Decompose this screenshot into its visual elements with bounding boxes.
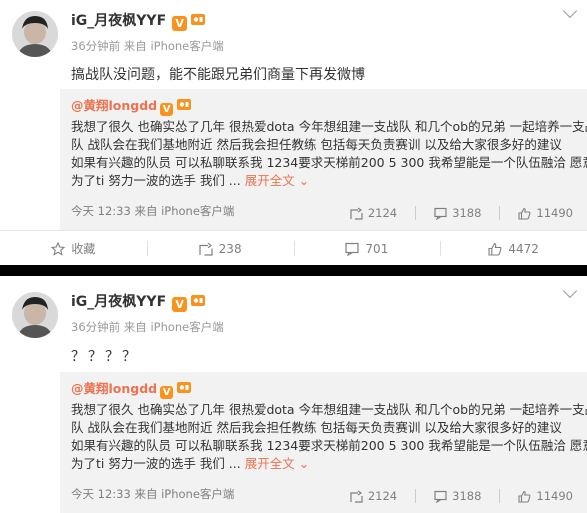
expand-full-text-link[interactable]: 展开全文 ⌄ <box>245 456 309 471</box>
author-name-text[interactable]: iG_月夜枫YYF <box>71 13 166 29</box>
repost-icon <box>350 490 363 503</box>
like-count[interactable]: 11490 <box>518 489 573 503</box>
repost-text-line: 我想了很久 也确实怂了几年 很热爱dota 今年想组建一支战队 和几个ob的兄弟… <box>71 402 587 417</box>
level-badge-icon <box>191 295 206 306</box>
repost-text-tail: 为了ti 努力一波的选手 我们 ... <box>71 173 241 188</box>
verified-badge-icon: V <box>160 103 174 116</box>
repost-button[interactable]: 238 <box>146 231 294 266</box>
repost-action-count[interactable]: 238 <box>219 242 242 256</box>
repost-count-value: 2124 <box>367 206 398 220</box>
comment-count[interactable]: 3188 <box>434 489 481 503</box>
repost-stats: 2124 3188 11490 <box>332 489 587 503</box>
comment-action-count[interactable]: 701 <box>365 242 388 256</box>
repost-author[interactable]: @黄翔longdd V <box>71 95 192 116</box>
repost-author-text[interactable]: @黄翔longdd <box>71 381 157 396</box>
weibo-post-1: iG_月夜枫YYF V 36分钟前 来自 iPhone客户端 搞战队没问题，能不能… <box>0 0 587 265</box>
comment-icon <box>434 207 447 220</box>
like-count-value: 11490 <box>536 489 573 503</box>
post-content: ？？？？ <box>71 349 139 365</box>
repost-text-tail: 为了ti 努力一波的选手 我们 ... <box>71 456 241 471</box>
avatar[interactable] <box>12 292 58 338</box>
like-button[interactable]: 4472 <box>440 231 587 266</box>
chevron-down-icon: ⌄ <box>294 173 310 188</box>
repost-count[interactable]: 2124 <box>350 206 397 220</box>
post-action-bar: 收藏 238 701 4472 <box>0 230 587 266</box>
thumbs-up-icon <box>488 242 502 256</box>
post-meta: 36分钟前 来自 iPhone客户端 <box>71 320 224 334</box>
repost-text-line: 我想了很久 也确实怂了几年 很热爱dota 今年想组建一支战队 和几个ob的兄弟… <box>71 119 587 134</box>
post-meta: 36分钟前 来自 iPhone客户端 <box>71 39 224 53</box>
chevron-down-icon[interactable] <box>562 283 578 299</box>
repost-time: 今天 12:33 来自 iPhone客户端 <box>71 487 235 501</box>
level-badge-icon <box>177 99 192 110</box>
comment-count-value: 3188 <box>452 489 482 503</box>
verified-badge-icon: V <box>160 386 174 399</box>
comment-button[interactable]: 701 <box>293 231 441 266</box>
thumbs-up-icon <box>518 207 531 220</box>
chevron-down-icon: ⌄ <box>294 456 310 471</box>
repost-time: 今天 12:33 来自 iPhone客户端 <box>71 204 235 218</box>
level-badge-icon <box>177 382 192 393</box>
repost-text-line: 如果有兴趣的队员 可以私聊联系我 1234要求天梯前200 5 300 我希望能… <box>71 155 587 170</box>
comment-count-value: 3188 <box>452 206 482 220</box>
repost-text-line: 如果有兴趣的队员 可以私聊联系我 1234要求天梯前200 5 300 我希望能… <box>71 438 587 453</box>
repost-author[interactable]: @黄翔longdd V <box>71 378 192 399</box>
expand-full-text-link[interactable]: 展开全文 ⌄ <box>245 173 309 188</box>
repost-text-line: 队 战队会在我们基地附近 然后我会担任教练 包括每天负责赛训 以及给大家很多好的… <box>71 137 562 152</box>
repost-card[interactable]: @黄翔longdd V 我想了很久 也确实怂了几年 很热爱dota 今年想组建一支… <box>60 89 587 230</box>
author-name[interactable]: iG_月夜枫YYF V <box>71 10 206 31</box>
verified-badge-icon: V <box>172 297 188 312</box>
divider <box>415 489 417 503</box>
expand-label[interactable]: 展开全文 <box>245 456 295 471</box>
comment-icon <box>434 490 447 503</box>
like-count-value: 11490 <box>536 206 573 220</box>
author-name[interactable]: iG_月夜枫YYF V <box>71 291 206 312</box>
repost-text: 我想了很久 也确实怂了几年 很热爱dota 今年想组建一支战队 和几个ob的兄弟… <box>71 118 587 190</box>
comment-icon <box>345 242 360 256</box>
repost-card[interactable]: @黄翔longdd V 我想了很久 也确实怂了几年 很热爱dota 今年想组建一支… <box>60 372 587 513</box>
like-action-count[interactable]: 4472 <box>508 242 539 256</box>
repost-count[interactable]: 2124 <box>350 489 397 503</box>
favorite-button[interactable]: 收藏 <box>0 231 147 266</box>
favorite-label[interactable]: 收藏 <box>71 240 95 257</box>
level-badge-icon <box>191 14 206 25</box>
repost-icon <box>350 207 363 220</box>
like-count[interactable]: 11490 <box>518 206 573 220</box>
repost-text-line-last: 为了ti 努力一波的选手 我们 ... 展开全文 ⌄ <box>71 455 581 473</box>
repost-icon <box>199 242 213 256</box>
verified-badge-icon: V <box>172 16 188 31</box>
divider <box>499 489 501 503</box>
avatar[interactable] <box>12 11 58 57</box>
star-icon <box>51 241 66 256</box>
chevron-down-icon[interactable] <box>562 3 578 19</box>
repost-author-text[interactable]: @黄翔longdd <box>71 98 157 113</box>
author-name-text[interactable]: iG_月夜枫YYF <box>71 294 166 310</box>
divider <box>499 206 501 220</box>
repost-stats: 2124 3188 11490 <box>332 206 587 220</box>
comment-count[interactable]: 3188 <box>434 206 481 220</box>
post-separator <box>0 265 587 276</box>
repost-text-line: 队 战队会在我们基地附近 然后我会担任教练 包括每天负责赛训 以及给大家很多好的… <box>71 420 562 435</box>
post-content: 搞战队没问题，能不能跟兄弟们商量下再发微博 <box>71 67 365 83</box>
expand-label[interactable]: 展开全文 <box>245 173 295 188</box>
repost-text: 我想了很久 也确实怂了几年 很热爱dota 今年想组建一支战队 和几个ob的兄弟… <box>71 401 587 473</box>
repost-text-line-last: 为了ti 努力一波的选手 我们 ... 展开全文 ⌄ <box>71 172 581 190</box>
thumbs-up-icon <box>518 490 531 503</box>
weibo-post-2: iG_月夜枫YYF V 36分钟前 来自 iPhone客户端 ？？？？ @黄翔lo… <box>0 276 587 513</box>
repost-count-value: 2124 <box>367 489 398 503</box>
divider <box>415 206 417 220</box>
